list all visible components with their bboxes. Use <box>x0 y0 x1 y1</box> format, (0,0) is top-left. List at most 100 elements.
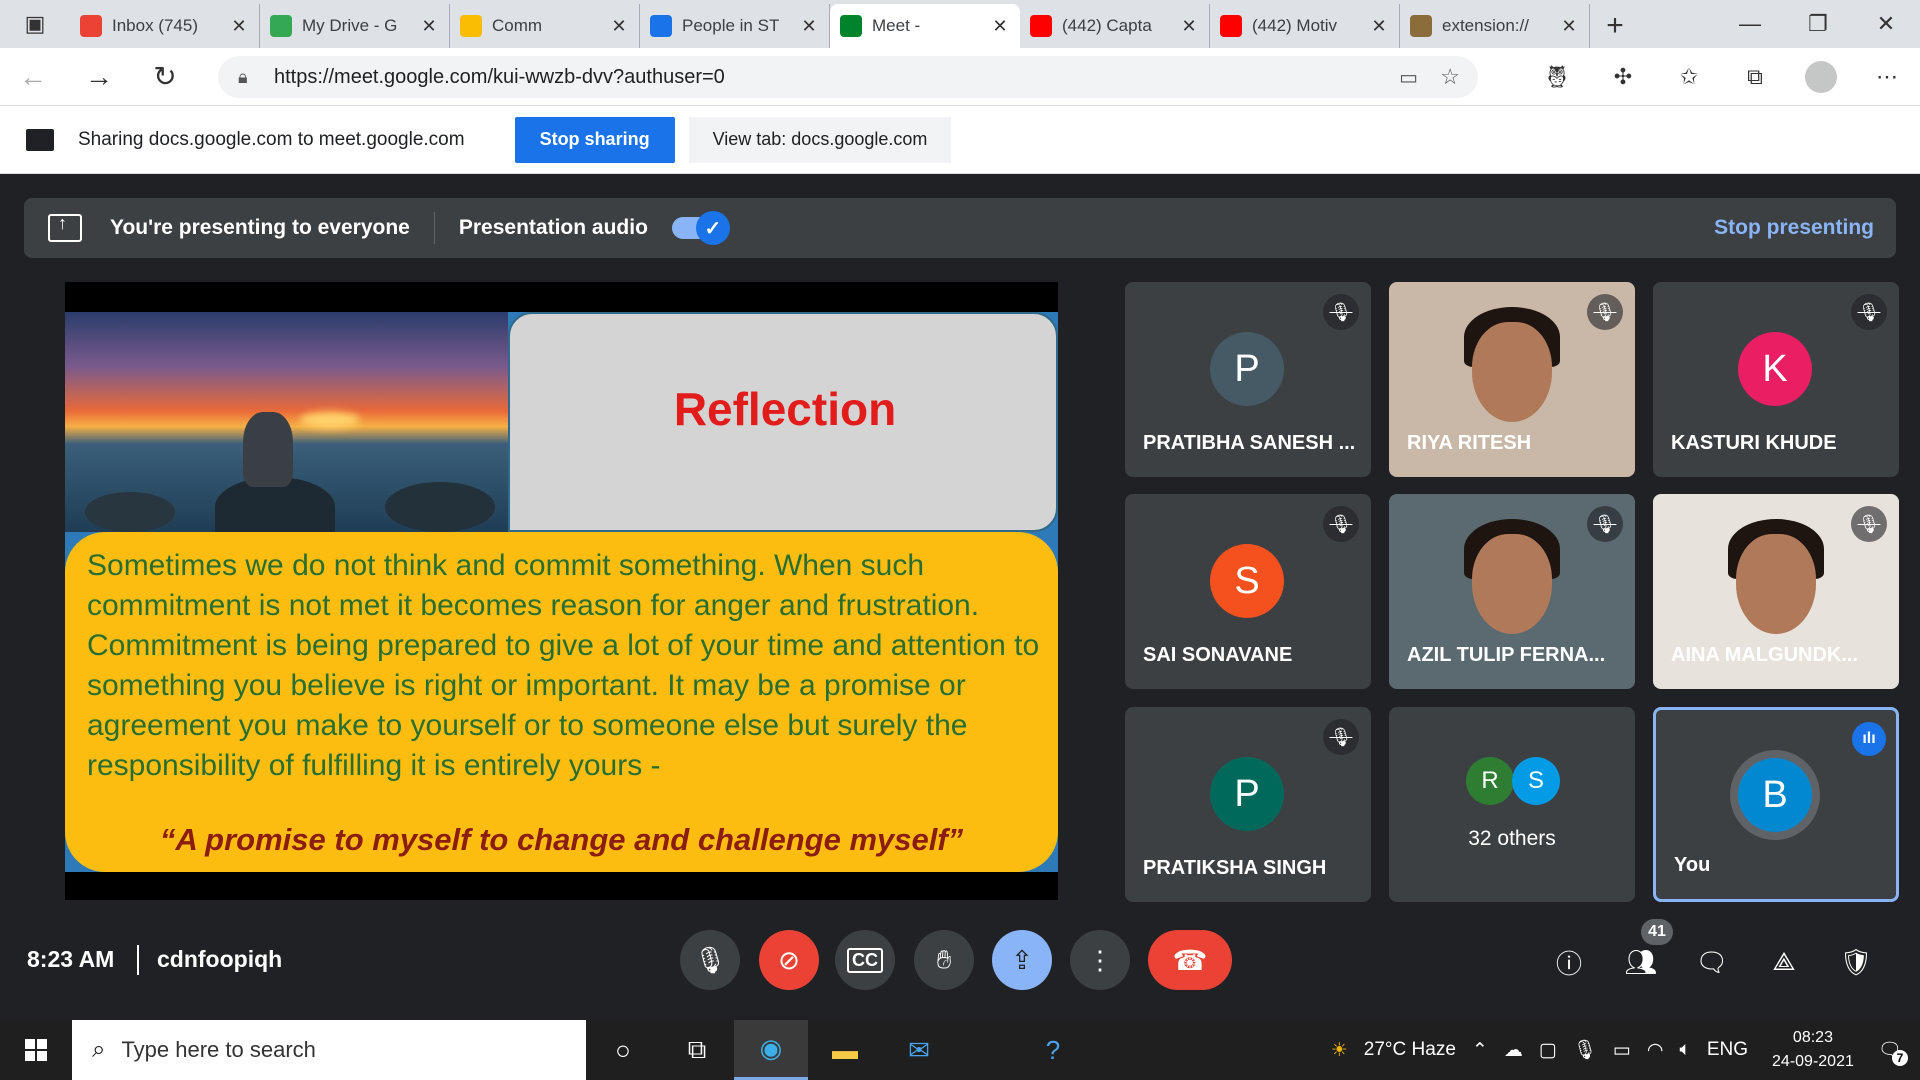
tab-title: (442) Capta <box>1062 16 1152 35</box>
browser-tab[interactable]: (442) Capta ✕ <box>1020 4 1210 48</box>
browser-tab[interactable]: Inbox (745) ✕ <box>70 4 260 48</box>
meet-now-icon[interactable]: ▢ <box>1539 1039 1557 1062</box>
notifications-icon[interactable]: 🗨︎ 7 <box>1878 1038 1908 1066</box>
presenting-status: You're presenting to everyone <box>110 216 410 239</box>
mail-icon[interactable]: ✉︎ <box>882 1020 956 1080</box>
slide-quote: “A promise to myself to change and chall… <box>159 822 964 857</box>
camera-icon[interactable]: ▭ <box>1399 65 1418 90</box>
present-button[interactable]: ⇪ <box>992 930 1052 990</box>
raise-hand-button[interactable]: ✋︎ <box>914 930 974 990</box>
others-tile[interactable]: R S 32 others <box>1389 707 1635 902</box>
phone-hangup-icon: ☎︎ <box>1172 944 1208 976</box>
participant-avatar: S <box>1210 544 1284 618</box>
forward-icon[interactable]: → <box>66 48 132 106</box>
maximize-icon[interactable]: ❐ <box>1784 0 1852 48</box>
help-icon[interactable]: ? <box>1016 1020 1090 1080</box>
windows-taskbar: ⌕ Type here to search ○ ⧉ ◉ ▬ ✉︎ ? ☀︎ 27… <box>0 1020 1920 1080</box>
close-tab-icon[interactable]: ✕ <box>990 16 1010 37</box>
more-menu-icon[interactable]: ⋯ <box>1854 48 1920 106</box>
extensions-icon[interactable]: ✣ <box>1590 48 1656 106</box>
close-tab-icon[interactable]: ✕ <box>1559 16 1579 37</box>
stop-presenting-button[interactable]: Stop presenting <box>1714 216 1874 240</box>
cortana-icon[interactable]: ○ <box>586 1020 660 1080</box>
close-tab-icon[interactable]: ✕ <box>419 16 439 37</box>
favorites-icon[interactable]: ✩ <box>1656 48 1722 106</box>
participant-tile[interactable]: AZIL TULIP FERNA... 🎙︎ <box>1389 494 1635 689</box>
host-controls-button[interactable]: 🛡︎ <box>1834 940 1878 984</box>
participant-avatar: P <box>1210 332 1284 406</box>
microphone-tray-icon[interactable]: 🎙︎ <box>1573 1038 1597 1062</box>
participant-tile[interactable]: P PRATIKSHA SINGH 🎙︎ <box>1125 707 1371 902</box>
divider <box>137 945 139 975</box>
favorite-star-icon[interactable]: ☆ <box>1440 64 1460 90</box>
wifi-icon[interactable]: ◠ <box>1647 1039 1664 1062</box>
tab-title: (442) Motiv <box>1252 16 1338 35</box>
start-button[interactable] <box>0 1020 72 1080</box>
participant-tile[interactable]: P PRATIBHA SANESH ... 🎙︎ <box>1125 282 1371 477</box>
close-tab-icon[interactable]: ✕ <box>1179 16 1199 37</box>
minimize-icon[interactable]: — <box>1716 0 1784 48</box>
battery-icon[interactable]: ▭ <box>1613 1039 1631 1062</box>
participant-tile[interactable]: AINA MALGUNDK... 🎙︎ <box>1653 494 1899 689</box>
extension-owl-icon[interactable]: 🦉︎ <box>1524 48 1590 106</box>
browser-tab[interactable]: People in ST ✕ <box>640 4 830 48</box>
chat-button[interactable]: 🗨︎ <box>1690 940 1734 984</box>
weather-icon[interactable]: ☀︎ <box>1331 1039 1348 1062</box>
browser-tab[interactable]: Comm ✕ <box>450 4 640 48</box>
self-tile[interactable]: B You ılı <box>1653 707 1899 902</box>
url-field[interactable]: 🔒︎ https://meet.google.com/kui-wwzb-dvv?… <box>218 56 1478 98</box>
browser-tab[interactable]: My Drive - G ✕ <box>260 4 450 48</box>
volume-icon[interactable]: 🔈︎ <box>1679 1039 1690 1061</box>
reload-icon[interactable]: ↻ <box>132 48 198 106</box>
browser-tab[interactable]: (442) Motiv ✕ <box>1210 4 1400 48</box>
close-tab-icon[interactable]: ✕ <box>229 16 249 37</box>
leave-call-button[interactable]: ☎︎ <box>1148 930 1232 990</box>
browser-tab-bar: ▣ Inbox (745) ✕ My Drive - G ✕ Comm ✕ People i… <box>0 0 1920 48</box>
info-icon: ⓘ <box>1555 948 1582 979</box>
new-tab-button[interactable]: + <box>1590 4 1640 48</box>
tab-title: extension:// <box>1442 16 1529 35</box>
more-options-button[interactable]: ⋮ <box>1070 930 1130 990</box>
taskbar-clock[interactable]: 08:23 24-09-2021 <box>1772 1026 1854 1074</box>
participant-tile[interactable]: RIYA RITESH 🎙︎ <box>1389 282 1635 477</box>
task-view-icon[interactable]: ⧉ <box>660 1020 734 1080</box>
show-hidden-icons-icon[interactable]: ⌃ <box>1472 1039 1488 1062</box>
youtube-icon <box>1220 15 1242 37</box>
tab-title: Inbox (745) <box>112 16 198 35</box>
collections-icon[interactable]: ⧉ <box>1722 48 1788 106</box>
participant-tile[interactable]: K KASTURI KHUDE 🎙︎ <box>1653 282 1899 477</box>
browser-tab[interactable]: Meet - ✕ <box>830 4 1020 48</box>
view-tab-button[interactable]: View tab: docs.google.com <box>688 116 952 163</box>
camera-off-button[interactable]: ⊘ <box>759 930 819 990</box>
presentation-audio-toggle[interactable]: ✓ <box>671 211 730 245</box>
onedrive-icon[interactable]: ☁︎ <box>1504 1039 1523 1062</box>
edge-browser-icon[interactable]: ◉ <box>734 1020 808 1080</box>
close-tab-icon[interactable]: ✕ <box>609 16 629 37</box>
microphone-button[interactable]: 🎙︎ <box>680 930 740 990</box>
speaking-indicator-icon: ılı <box>1852 722 1886 756</box>
captions-button[interactable]: CC <box>835 930 895 990</box>
profile-avatar[interactable] <box>1788 48 1854 106</box>
taskbar-search[interactable]: ⌕ Type here to search <box>72 1020 586 1080</box>
close-tab-icon[interactable]: ✕ <box>799 16 819 37</box>
participant-name: PRATIBHA SANESH ... <box>1143 432 1356 454</box>
people-button[interactable]: 👥︎ <box>1619 940 1663 984</box>
weather-text[interactable]: 27°C Haze <box>1364 1039 1456 1061</box>
stop-sharing-button[interactable]: Stop sharing <box>514 116 675 163</box>
participant-avatar: P <box>1210 757 1284 831</box>
back-icon[interactable]: ← <box>0 48 66 106</box>
check-icon: ✓ <box>695 211 730 245</box>
lock-icon[interactable]: 🔒︎ <box>238 67 274 88</box>
close-tab-icon[interactable]: ✕ <box>1369 16 1389 37</box>
browser-tab[interactable]: extension:// ✕ <box>1400 4 1590 48</box>
close-window-icon[interactable]: ✕ <box>1852 0 1920 48</box>
activities-button[interactable]: ⟁ <box>1762 940 1806 984</box>
participant-tile[interactable]: S SAI SONAVANE 🎙︎ <box>1125 494 1371 689</box>
tab-actions-icon[interactable]: ▣ <box>0 0 70 48</box>
tab-title: Comm <box>492 16 543 35</box>
participant-count-badge: 41 <box>1641 919 1673 945</box>
meeting-details-button[interactable]: ⓘ <box>1547 940 1591 984</box>
file-explorer-icon[interactable]: ▬ <box>808 1020 882 1080</box>
language-indicator[interactable]: ENG <box>1707 1039 1748 1061</box>
divider <box>433 212 435 244</box>
